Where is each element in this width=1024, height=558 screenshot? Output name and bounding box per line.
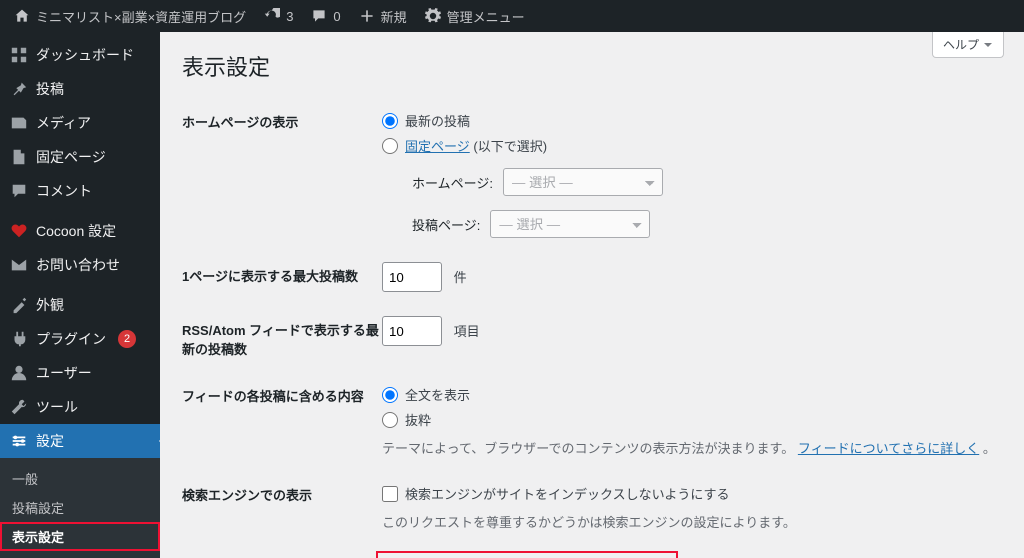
- post-page-select-label: 投稿ページ:: [412, 215, 480, 234]
- sidebar-item-label: メディア: [36, 113, 91, 133]
- sidebar-item-label: ツール: [36, 397, 78, 417]
- admin-menu-link[interactable]: 管理メニュー: [425, 7, 525, 26]
- sidebar-item-appearance[interactable]: 外観: [0, 288, 160, 322]
- feed-full-radio[interactable]: [382, 387, 398, 403]
- content-area: ヘルプ 表示設定 ホームページの表示 最新の投稿 固定ページ (以下で選択) ホ…: [160, 32, 1024, 558]
- search-engine-label: 検索エンジンでの表示: [182, 481, 382, 504]
- feed-content-label: フィードの各投稿に含める内容: [182, 382, 382, 405]
- xml-sitemap-highlight: XML サイトマップインデックス – 設定 | 表示: [376, 551, 678, 558]
- feed-excerpt-radio[interactable]: [382, 412, 398, 428]
- site-title-text: ミニマリスト×副業×資産運用ブログ: [36, 7, 246, 26]
- fixed-page-link[interactable]: 固定ページ: [405, 139, 470, 154]
- new-label: 新規: [381, 7, 407, 26]
- sidebar-item-label: 外観: [36, 295, 64, 315]
- homepage-label: ホームページの表示: [182, 108, 382, 131]
- homepage-latest-label[interactable]: 最新の投稿: [405, 111, 470, 130]
- gear-icon: [425, 8, 441, 24]
- submenu-item[interactable]: 表示設定: [0, 522, 160, 551]
- sidebar-item-pin[interactable]: 投稿: [0, 72, 160, 106]
- sidebar-item-plugin[interactable]: プラグイン 2: [0, 322, 160, 356]
- page-icon: [10, 148, 28, 166]
- sidebar-item-label: 固定ページ: [36, 147, 106, 167]
- home-page-select[interactable]: — 選択 —: [503, 168, 663, 196]
- sidebar-item-label: ダッシュボード: [36, 45, 134, 65]
- updates-indicator[interactable]: 3: [264, 8, 293, 24]
- update-badge: 2: [118, 330, 136, 348]
- sidebar-item-user[interactable]: ユーザー: [0, 356, 160, 390]
- help-label: ヘルプ: [943, 36, 979, 53]
- comments-indicator[interactable]: 0: [311, 8, 340, 24]
- rss-items-input[interactable]: [382, 316, 442, 346]
- home-icon: [14, 8, 30, 24]
- plus-icon: [359, 8, 375, 24]
- heart-icon: [10, 222, 28, 240]
- sidebar-item-label: Cocoon 設定: [36, 221, 116, 241]
- feed-more-link[interactable]: フィードについてさらに詳しく: [798, 441, 979, 456]
- help-tab[interactable]: ヘルプ: [932, 32, 1004, 58]
- comments-count: 0: [333, 9, 340, 24]
- fixed-page-suffix: (以下で選択): [470, 139, 547, 154]
- posts-per-page-label: 1ページに表示する最大投稿数: [182, 262, 382, 285]
- sidebar-item-label: 設定: [36, 431, 64, 451]
- feed-excerpt-label[interactable]: 抜粋: [405, 410, 431, 429]
- posts-per-page-suffix: 件: [454, 270, 467, 285]
- sidebar-item-page[interactable]: 固定ページ: [0, 140, 160, 174]
- search-engine-desc: このリクエストを尊重するかどうかは検索エンジンの設定によります。: [382, 506, 1002, 531]
- sidebar-item-label: お問い合わせ: [36, 255, 120, 275]
- rss-items-suffix: 項目: [454, 324, 480, 339]
- sidebar-item-tool[interactable]: ツール: [0, 390, 160, 424]
- page-title: 表示設定: [182, 50, 1002, 82]
- comment-icon: [10, 182, 28, 200]
- admin-toolbar: ミニマリスト×副業×資産運用ブログ 3 0 新規 管理メニュー: [0, 0, 1024, 32]
- comment-icon: [311, 8, 327, 24]
- admin-sidebar: ダッシュボード投稿メディア固定ページコメント Cocoon 設定お問い合わせ外観プ…: [0, 32, 160, 558]
- post-page-select[interactable]: — 選択 —: [490, 210, 650, 238]
- pin-icon: [10, 80, 28, 98]
- submenu-item[interactable]: 一般: [0, 464, 160, 493]
- submenu-item[interactable]: 投稿設定: [0, 493, 160, 522]
- dashboard-icon: [10, 46, 28, 64]
- search-engine-checkbox[interactable]: [382, 486, 398, 502]
- sidebar-item-label: 投稿: [36, 79, 64, 99]
- homepage-fixed-radio[interactable]: [382, 138, 398, 154]
- appearance-icon: [10, 296, 28, 314]
- sidebar-item-dashboard[interactable]: ダッシュボード: [0, 38, 160, 72]
- refresh-icon: [264, 8, 280, 24]
- settings-icon: [10, 432, 28, 450]
- sidebar-item-label: プラグイン: [36, 329, 106, 349]
- home-page-select-label: ホームページ:: [412, 173, 493, 192]
- site-title[interactable]: ミニマリスト×副業×資産運用ブログ: [14, 7, 246, 26]
- search-engine-check-label[interactable]: 検索エンジンがサイトをインデックスしないようにする: [405, 484, 729, 503]
- sidebar-item-mail[interactable]: お問い合わせ: [0, 248, 160, 282]
- sidebar-item-label: ユーザー: [36, 363, 92, 383]
- chevron-down-icon: [983, 40, 993, 50]
- submenu-item[interactable]: ディスカッション: [0, 551, 160, 558]
- new-content[interactable]: 新規: [359, 7, 407, 26]
- user-icon: [10, 364, 28, 382]
- sidebar-item-media[interactable]: メディア: [0, 106, 160, 140]
- mail-icon: [10, 256, 28, 274]
- sidebar-item-heart[interactable]: Cocoon 設定: [0, 214, 160, 248]
- tool-icon: [10, 398, 28, 416]
- media-icon: [10, 114, 28, 132]
- sidebar-item-comment[interactable]: コメント: [0, 174, 160, 208]
- sidebar-item-settings[interactable]: 設定: [0, 424, 160, 458]
- homepage-fixed-label[interactable]: 固定ページ (以下で選択): [405, 136, 547, 155]
- feed-full-label[interactable]: 全文を表示: [405, 385, 470, 404]
- feed-desc: テーマによって、ブラウザーでのコンテンツの表示方法が決まります。 フィードについ…: [382, 432, 1002, 457]
- posts-per-page-input[interactable]: [382, 262, 442, 292]
- sidebar-item-label: コメント: [36, 181, 92, 201]
- rss-items-label: RSS/Atom フィードで表示する最新の投稿数: [182, 316, 382, 358]
- plugin-icon: [10, 330, 28, 348]
- admin-menu-label: 管理メニュー: [447, 7, 525, 26]
- updates-count: 3: [286, 9, 293, 24]
- homepage-latest-radio[interactable]: [382, 113, 398, 129]
- settings-submenu: 一般投稿設定表示設定ディスカッションメディアパーマリンクプライバシーWebSub…: [0, 458, 160, 558]
